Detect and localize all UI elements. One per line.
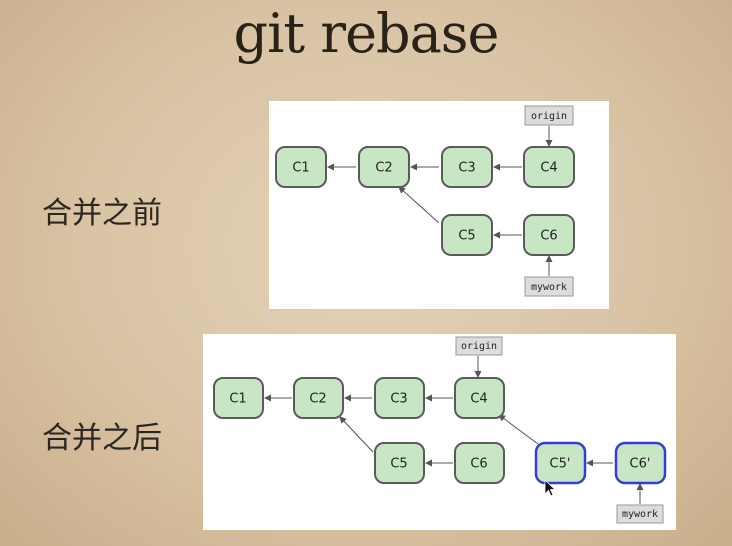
commit-c2-label: C2 <box>375 161 392 176</box>
commit-c6-after: C6 <box>454 442 505 484</box>
ref-origin: origin <box>524 105 574 126</box>
ref-mywork-after-label: mywork <box>622 509 658 520</box>
commit-c5-after: C5 <box>374 442 425 484</box>
ref-mywork: mywork <box>524 276 574 297</box>
commit-c4: C4 <box>523 146 575 188</box>
edge-c5prime-c4 <box>498 414 539 445</box>
commit-c5prime: C5' <box>534 441 587 485</box>
commit-c6prime-label: C6' <box>630 457 651 472</box>
commit-c1-label: C1 <box>292 161 309 176</box>
ref-origin-label: origin <box>531 111 567 122</box>
commit-c6prime: C6' <box>614 441 667 485</box>
after-diagram-panel: C1 C2 C3 C4 C5 C6 C5' C6' origin mywork <box>203 334 676 530</box>
ref-mywork-after: mywork <box>616 504 664 524</box>
after-diagram: C1 C2 C3 C4 C5 C6 C5' C6' origin mywork <box>213 336 667 524</box>
commit-c5: C5 <box>441 214 493 256</box>
commit-c6-label: C6 <box>540 229 557 244</box>
commit-c3-after-label: C3 <box>390 392 407 407</box>
commit-c2: C2 <box>358 146 410 188</box>
commit-c6-after-label: C6 <box>470 457 487 472</box>
commit-c1-after-label: C1 <box>229 392 246 407</box>
commit-c5prime-label: C5' <box>550 457 571 472</box>
before-diagram-panel: C1 C2 C3 C4 C5 C6 origin mywork <box>269 101 609 309</box>
commit-c2-after: C2 <box>293 377 344 419</box>
after-label: 合并之后 <box>42 421 162 456</box>
commit-c3-label: C3 <box>458 161 475 176</box>
commit-c6: C6 <box>523 214 575 256</box>
commit-c3-after: C3 <box>374 377 425 419</box>
edge-c5-c2 <box>398 186 440 224</box>
slide-title: git rebase <box>233 2 500 65</box>
commit-c4-label: C4 <box>540 161 557 176</box>
commit-c4-after-label: C4 <box>470 392 487 407</box>
before-diagram: C1 C2 C3 C4 C5 C6 origin mywork <box>275 105 575 297</box>
before-label: 合并之前 <box>42 196 162 231</box>
commit-c1-after: C1 <box>213 377 264 419</box>
ref-origin-after-label: origin <box>461 341 497 352</box>
commit-c1: C1 <box>275 146 327 188</box>
edge-c5-c2-after <box>339 416 374 453</box>
ref-mywork-label: mywork <box>531 282 567 293</box>
commit-c3: C3 <box>441 146 493 188</box>
ref-origin-after: origin <box>455 336 503 356</box>
commit-c2-after-label: C2 <box>309 392 326 407</box>
commit-c4-after: C4 <box>454 377 505 419</box>
commit-c5-after-label: C5 <box>390 457 407 472</box>
commit-c5-label: C5 <box>458 229 475 244</box>
